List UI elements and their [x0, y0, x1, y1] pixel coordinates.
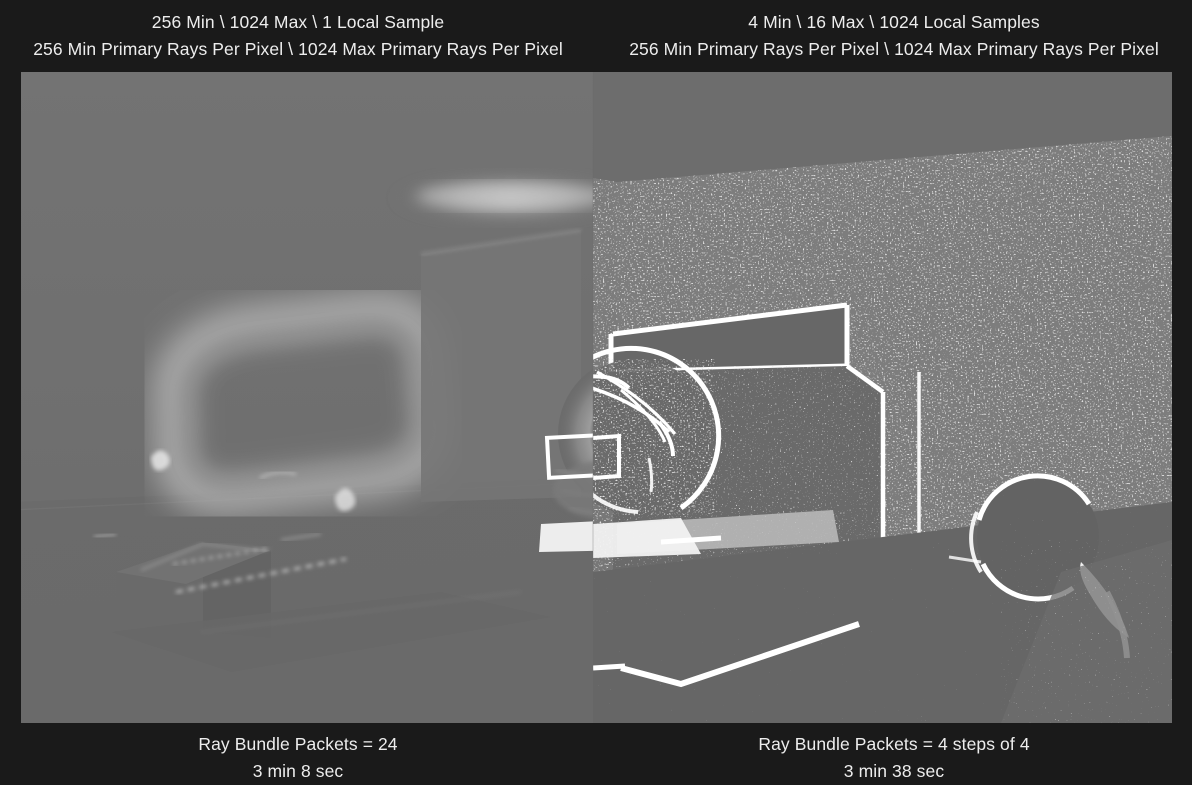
left-footer-column: Ray Bundle Packets = 24 3 min 8 sec — [0, 726, 596, 782]
left-floor-plane — [21, 477, 593, 723]
left-header-line-2: 256 Min Primary Rays Per Pixel \ 1024 Ma… — [33, 39, 563, 59]
ceiling-light-core — [417, 182, 593, 210]
rendered-scene-svg — [21, 72, 1172, 723]
right-footer-line-2: 3 min 38 sec — [843, 761, 945, 781]
left-header-column: 256 Min \ 1024 Max \ 1 Local Sample 256 … — [0, 0, 596, 72]
render-image — [21, 72, 1172, 723]
left-panel-upright — [420, 229, 582, 502]
left-header-line-1: 256 Min \ 1024 Max \ 1 Local Sample — [151, 12, 445, 32]
footer-captions: Ray Bundle Packets = 24 3 min 8 sec Ray … — [0, 726, 1192, 782]
right-header-line-2: 256 Min Primary Rays Per Pixel \ 1024 Ma… — [629, 39, 1159, 59]
floor-highlight-left-stub — [593, 663, 626, 671]
render-comparison-page: 256 Min \ 1024 Max \ 1 Local Sample 256 … — [0, 0, 1192, 782]
right-footer-line-1: Ray Bundle Packets = 4 steps of 4 — [758, 734, 1030, 754]
right-header-line-1: 4 Min \ 16 Max \ 1024 Local Samples — [748, 12, 1040, 32]
right-render-half — [593, 72, 1172, 723]
header-captions: 256 Min \ 1024 Max \ 1 Local Sample 256 … — [0, 0, 1192, 72]
right-header-column: 4 Min \ 16 Max \ 1024 Local Samples 256 … — [596, 0, 1192, 72]
right-footer-column: Ray Bundle Packets = 4 steps of 4 3 min … — [596, 726, 1192, 782]
left-footer-line-2: 3 min 8 sec — [252, 761, 344, 781]
left-footer-line-1: Ray Bundle Packets = 24 — [198, 734, 398, 754]
